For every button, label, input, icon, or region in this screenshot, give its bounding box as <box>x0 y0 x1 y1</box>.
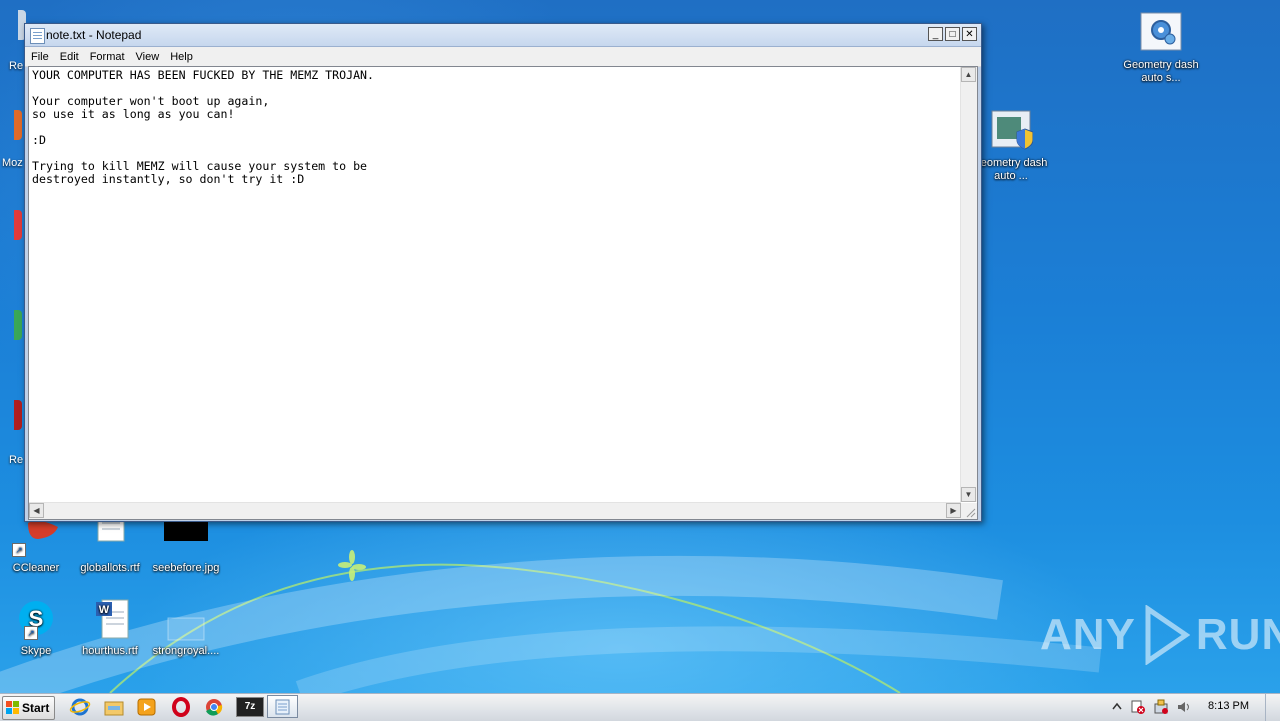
notepad-window[interactable]: note.txt - Notepad _ □ ✕ File Edit Forma… <box>24 23 982 522</box>
anyrun-watermark: ANY RUN <box>1040 605 1280 665</box>
word-document-icon: W <box>88 598 132 642</box>
opera-icon[interactable] <box>170 697 192 717</box>
partial-app-icon[interactable] <box>0 210 24 240</box>
window-title: note.txt - Notepad <box>46 28 142 42</box>
menu-format[interactable]: Format <box>90 51 125 63</box>
internet-explorer-icon[interactable] <box>69 697 91 717</box>
play-logo-icon <box>1145 605 1190 665</box>
horizontal-scrollbar[interactable]: ◀ ▶ <box>29 502 961 519</box>
text-editor[interactable]: YOUR COMPUTER HAS BEEN FUCKED BY THE MEM… <box>28 66 978 520</box>
recycle-bin-icon[interactable]: Re <box>0 10 26 72</box>
vertical-scrollbar[interactable]: ▲ ▼ <box>960 67 977 502</box>
mozilla-firefox-icon[interactable]: Moz <box>0 110 24 169</box>
partial-acrobat-icon[interactable]: Re <box>0 400 24 466</box>
scroll-right-button[interactable]: ▶ <box>946 503 961 518</box>
close-button[interactable]: ✕ <box>962 27 977 41</box>
scroll-down-button[interactable]: ▼ <box>961 487 976 502</box>
blank-file-icon <box>164 598 208 642</box>
clock[interactable]: 8:13 PM <box>1208 700 1249 712</box>
explorer-folder-icon[interactable] <box>103 697 125 717</box>
seebefore-jpg-file[interactable]: seebefore.jpg <box>148 515 224 575</box>
minimize-button[interactable]: _ <box>928 27 943 41</box>
taskbar-notepad-button[interactable] <box>267 695 298 718</box>
resize-grip[interactable] <box>961 503 977 519</box>
gear-document-icon <box>1139 12 1183 56</box>
partial-chrome-icon[interactable] <box>0 310 24 340</box>
chrome-icon[interactable] <box>203 697 225 717</box>
windows-logo-icon <box>6 701 19 714</box>
taskbar: Start 7z 8:13 PM <box>0 693 1280 721</box>
globallots-rtf-file[interactable]: globallots.rtf <box>72 514 148 575</box>
menu-help[interactable]: Help <box>170 51 193 63</box>
notepad-icon <box>275 699 290 715</box>
ccleaner-shortcut[interactable]: ↗ CCleaner <box>0 515 74 575</box>
title-bar[interactable]: note.txt - Notepad _ □ ✕ <box>25 24 981 47</box>
notepad-icon <box>30 28 45 44</box>
geometry-dash-installer-shortcut[interactable]: geometry dash auto ... <box>973 110 1049 183</box>
note-text[interactable]: YOUR COMPUTER HAS BEEN FUCKED BY THE MEM… <box>30 68 960 502</box>
network-icon[interactable] <box>1153 699 1169 715</box>
media-player-icon[interactable] <box>136 697 158 717</box>
hourthus-rtf-file[interactable]: W hourthus.rtf <box>72 598 148 658</box>
scroll-up-button[interactable]: ▲ <box>961 67 976 82</box>
menu-view[interactable]: View <box>136 51 160 63</box>
geometry-dash-settings-shortcut[interactable]: Geometry dash auto s... <box>1123 12 1199 85</box>
menu-edit[interactable]: Edit <box>60 51 79 63</box>
7zip-icon[interactable]: 7z <box>236 697 264 717</box>
maximize-button[interactable]: □ <box>945 27 960 41</box>
skype-shortcut[interactable]: S ↗ Skype <box>0 598 74 658</box>
action-center-icon[interactable] <box>1130 699 1146 715</box>
show-desktop-button[interactable] <box>1265 694 1280 721</box>
installer-shield-icon <box>989 110 1034 154</box>
strongroyal-file[interactable]: strongroyal.... <box>148 598 224 658</box>
volume-icon[interactable] <box>1176 699 1192 715</box>
show-hidden-icons-icon[interactable] <box>1109 699 1125 715</box>
skype-icon: S ↗ <box>14 598 58 642</box>
menu-bar: File Edit Format View Help <box>25 47 981 67</box>
menu-file[interactable]: File <box>31 51 49 63</box>
start-button[interactable]: Start <box>2 696 55 720</box>
scroll-left-button[interactable]: ◀ <box>29 503 44 518</box>
svg-text:W: W <box>99 604 110 616</box>
